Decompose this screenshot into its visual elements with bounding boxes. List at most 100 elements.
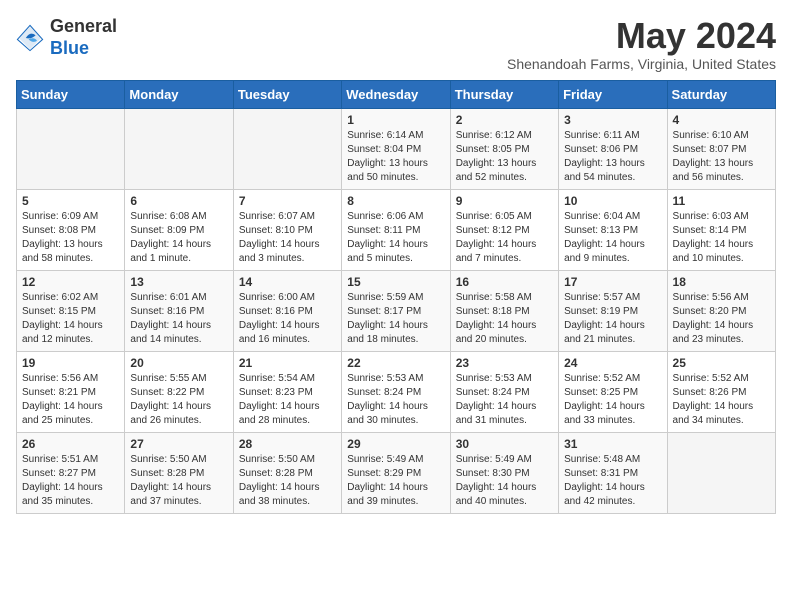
day-number: 27 bbox=[130, 437, 227, 451]
day-number: 25 bbox=[673, 356, 770, 370]
calendar-header-friday: Friday bbox=[559, 80, 667, 108]
calendar-cell: 29Sunrise: 5:49 AMSunset: 8:29 PMDayligh… bbox=[342, 432, 450, 513]
calendar-cell: 30 Sunrise: 5:49 AMSunset: 8:30 PMDayligh… bbox=[450, 432, 558, 513]
calendar-cell: 9 Sunrise: 6:05 AMSunset: 8:12 PMDaylight… bbox=[450, 189, 558, 270]
calendar-cell: 14 Sunrise: 6:00 AMSunset: 8:16 PMDayligh… bbox=[233, 270, 341, 351]
calendar-cell bbox=[125, 108, 233, 189]
calendar-header-tuesday: Tuesday bbox=[233, 80, 341, 108]
day-number: 24 bbox=[564, 356, 661, 370]
calendar-cell: 18 Sunrise: 5:56 AMSunset: 8:20 PMDayligh… bbox=[667, 270, 775, 351]
calendar-week-row: 5 Sunrise: 6:09 AMSunset: 8:08 PMDaylight… bbox=[17, 189, 776, 270]
calendar-table: SundayMondayTuesdayWednesdayThursdayFrid… bbox=[16, 80, 776, 514]
day-number: 5 bbox=[22, 194, 119, 208]
calendar-cell: 16Sunrise: 5:58 AMSunset: 8:18 PMDayligh… bbox=[450, 270, 558, 351]
cell-content: Sunrise: 5:50 AMSunset: 8:28 PMDaylight:… bbox=[239, 453, 336, 509]
day-number: 10 bbox=[564, 194, 661, 208]
cell-content: Sunrise: 6:01 AMSunset: 8:16 PMDaylight:… bbox=[130, 291, 227, 347]
day-number: 7 bbox=[239, 194, 336, 208]
day-number: 2 bbox=[456, 113, 553, 127]
day-number: 23 bbox=[456, 356, 553, 370]
day-number: 3 bbox=[564, 113, 661, 127]
calendar-cell: 20 Sunrise: 5:55 AMSunset: 8:22 PMDayligh… bbox=[125, 351, 233, 432]
cell-content: Sunrise: 5:55 AMSunset: 8:22 PMDaylight:… bbox=[130, 372, 227, 428]
calendar-cell: 8 Sunrise: 6:06 AMSunset: 8:11 PMDaylight… bbox=[342, 189, 450, 270]
calendar-cell: 17 Sunrise: 5:57 AMSunset: 8:19 PMDayligh… bbox=[559, 270, 667, 351]
calendar-cell: 12Sunrise: 6:02 AMSunset: 8:15 PMDayligh… bbox=[17, 270, 125, 351]
cell-content: Sunrise: 5:56 AMSunset: 8:20 PMDaylight:… bbox=[673, 291, 770, 347]
logo-text: General Blue bbox=[50, 16, 117, 59]
day-number: 11 bbox=[673, 194, 770, 208]
cell-content: Sunrise: 6:05 AMSunset: 8:12 PMDaylight:… bbox=[456, 210, 553, 266]
logo-blue-text: Blue bbox=[50, 38, 89, 58]
day-number: 21 bbox=[239, 356, 336, 370]
cell-content: Sunrise: 5:53 AMSunset: 8:24 PMDaylight:… bbox=[347, 372, 444, 428]
cell-content: Sunrise: 5:53 AMSunset: 8:24 PMDaylight:… bbox=[456, 372, 553, 428]
cell-content: Sunrise: 6:14 AMSunset: 8:04 PMDaylight:… bbox=[347, 129, 444, 185]
calendar-cell: 5 Sunrise: 6:09 AMSunset: 8:08 PMDaylight… bbox=[17, 189, 125, 270]
cell-content: Sunrise: 6:09 AMSunset: 8:08 PMDaylight:… bbox=[22, 210, 119, 266]
calendar-cell: 3 Sunrise: 6:11 AMSunset: 8:06 PMDaylight… bbox=[559, 108, 667, 189]
calendar-cell: 25Sunrise: 5:52 AMSunset: 8:26 PMDayligh… bbox=[667, 351, 775, 432]
calendar-cell: 13 Sunrise: 6:01 AMSunset: 8:16 PMDayligh… bbox=[125, 270, 233, 351]
day-number: 16 bbox=[456, 275, 553, 289]
day-number: 15 bbox=[347, 275, 444, 289]
cell-content: Sunrise: 5:48 AMSunset: 8:31 PMDaylight:… bbox=[564, 453, 661, 509]
calendar-cell: 19Sunrise: 5:56 AMSunset: 8:21 PMDayligh… bbox=[17, 351, 125, 432]
day-number: 22 bbox=[347, 356, 444, 370]
calendar-week-row: 19Sunrise: 5:56 AMSunset: 8:21 PMDayligh… bbox=[17, 351, 776, 432]
calendar-header-sunday: Sunday bbox=[17, 80, 125, 108]
calendar-header-thursday: Thursday bbox=[450, 80, 558, 108]
cell-content: Sunrise: 5:57 AMSunset: 8:19 PMDaylight:… bbox=[564, 291, 661, 347]
day-number: 17 bbox=[564, 275, 661, 289]
day-number: 18 bbox=[673, 275, 770, 289]
day-number: 26 bbox=[22, 437, 119, 451]
calendar-cell: 21Sunrise: 5:54 AMSunset: 8:23 PMDayligh… bbox=[233, 351, 341, 432]
cell-content: Sunrise: 6:00 AMSunset: 8:16 PMDaylight:… bbox=[239, 291, 336, 347]
cell-content: Sunrise: 5:50 AMSunset: 8:28 PMDaylight:… bbox=[130, 453, 227, 509]
calendar-cell: 2Sunrise: 6:12 AMSunset: 8:05 PMDaylight… bbox=[450, 108, 558, 189]
day-number: 6 bbox=[130, 194, 227, 208]
calendar-cell: 6 Sunrise: 6:08 AMSunset: 8:09 PMDaylight… bbox=[125, 189, 233, 270]
location-subtitle: Shenandoah Farms, Virginia, United State… bbox=[507, 56, 776, 72]
calendar-cell bbox=[17, 108, 125, 189]
calendar-cell: 28 Sunrise: 5:50 AMSunset: 8:28 PMDayligh… bbox=[233, 432, 341, 513]
calendar-cell: 22 Sunrise: 5:53 AMSunset: 8:24 PMDayligh… bbox=[342, 351, 450, 432]
page-header: General Blue May 2024 Shenandoah Farms, … bbox=[16, 16, 776, 72]
cell-content: Sunrise: 6:07 AMSunset: 8:10 PMDaylight:… bbox=[239, 210, 336, 266]
day-number: 12 bbox=[22, 275, 119, 289]
cell-content: Sunrise: 5:56 AMSunset: 8:21 PMDaylight:… bbox=[22, 372, 119, 428]
month-year-title: May 2024 bbox=[507, 16, 776, 56]
cell-content: Sunrise: 5:51 AMSunset: 8:27 PMDaylight:… bbox=[22, 453, 119, 509]
day-number: 28 bbox=[239, 437, 336, 451]
calendar-week-row: 1 Sunrise: 6:14 AMSunset: 8:04 PMDaylight… bbox=[17, 108, 776, 189]
logo: General Blue bbox=[16, 16, 117, 59]
day-number: 30 bbox=[456, 437, 553, 451]
logo-icon bbox=[16, 24, 44, 52]
calendar-header-saturday: Saturday bbox=[667, 80, 775, 108]
calendar-week-row: 12Sunrise: 6:02 AMSunset: 8:15 PMDayligh… bbox=[17, 270, 776, 351]
calendar-cell: 15 Sunrise: 5:59 AMSunset: 8:17 PMDayligh… bbox=[342, 270, 450, 351]
day-number: 20 bbox=[130, 356, 227, 370]
calendar-cell: 10Sunrise: 6:04 AMSunset: 8:13 PMDayligh… bbox=[559, 189, 667, 270]
cell-content: Sunrise: 6:06 AMSunset: 8:11 PMDaylight:… bbox=[347, 210, 444, 266]
day-number: 29 bbox=[347, 437, 444, 451]
day-number: 14 bbox=[239, 275, 336, 289]
calendar-cell: 4 Sunrise: 6:10 AMSunset: 8:07 PMDaylight… bbox=[667, 108, 775, 189]
logo-general-text: General bbox=[50, 16, 117, 36]
cell-content: Sunrise: 5:59 AMSunset: 8:17 PMDaylight:… bbox=[347, 291, 444, 347]
day-number: 1 bbox=[347, 113, 444, 127]
day-number: 4 bbox=[673, 113, 770, 127]
day-number: 8 bbox=[347, 194, 444, 208]
cell-content: Sunrise: 5:49 AMSunset: 8:30 PMDaylight:… bbox=[456, 453, 553, 509]
cell-content: Sunrise: 5:52 AMSunset: 8:25 PMDaylight:… bbox=[564, 372, 661, 428]
cell-content: Sunrise: 6:10 AMSunset: 8:07 PMDaylight:… bbox=[673, 129, 770, 185]
cell-content: Sunrise: 6:03 AMSunset: 8:14 PMDaylight:… bbox=[673, 210, 770, 266]
cell-content: Sunrise: 6:11 AMSunset: 8:06 PMDaylight:… bbox=[564, 129, 661, 185]
day-number: 9 bbox=[456, 194, 553, 208]
calendar-cell: 31Sunrise: 5:48 AMSunset: 8:31 PMDayligh… bbox=[559, 432, 667, 513]
cell-content: Sunrise: 6:08 AMSunset: 8:09 PMDaylight:… bbox=[130, 210, 227, 266]
day-number: 13 bbox=[130, 275, 227, 289]
calendar-cell: 23 Sunrise: 5:53 AMSunset: 8:24 PMDayligh… bbox=[450, 351, 558, 432]
calendar-cell: 7 Sunrise: 6:07 AMSunset: 8:10 PMDaylight… bbox=[233, 189, 341, 270]
calendar-cell bbox=[667, 432, 775, 513]
